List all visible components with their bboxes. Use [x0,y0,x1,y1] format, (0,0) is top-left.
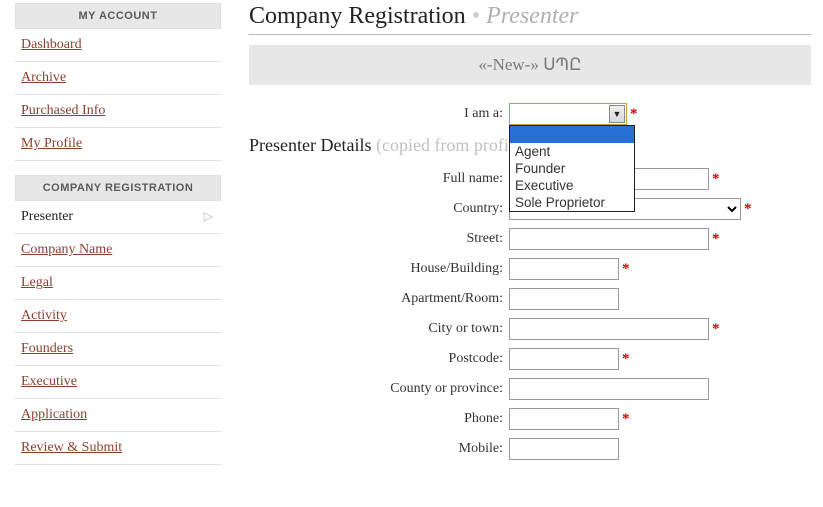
phone-label: Phone: [249,411,509,427]
city-or-town-input[interactable] [509,318,709,340]
i-am-option[interactable]: Sole Proprietor [510,194,634,211]
postcode-row: Postcode: * [249,348,811,370]
sidebar-item-executive[interactable]: Executive [15,366,221,399]
house-building-row: House/Building: * [249,258,811,280]
required-asterisk: * [712,321,720,338]
country-label: Country: [249,201,509,217]
title-divider [249,34,811,35]
i-am-option[interactable] [510,126,634,143]
section-title-text: Presenter Details [249,135,376,155]
chevron-right-icon: ▷ [204,209,213,224]
sidebar-item-review-submit[interactable]: Review & Submit [15,432,221,465]
street-label: Street: [249,231,509,247]
apartment-room-input[interactable] [509,288,619,310]
required-asterisk: * [744,201,752,218]
sidebar-item-presenter: Presenter▷ [15,201,221,234]
street-row: Street: * [249,228,811,250]
mobile-row: Mobile: [249,438,811,460]
county-or-province-row: County or province: [249,378,811,400]
city-or-town-label: City or town: [249,321,509,337]
house-building-input[interactable] [509,258,619,280]
page-title: Company Registration • Presenter [249,3,811,30]
my-account-header: MY ACCOUNT [15,3,221,29]
i-am-option[interactable]: Founder [510,160,634,177]
sidebar-item-company-name[interactable]: Company Name [15,234,221,267]
sidebar-item-my-profile[interactable]: My Profile [15,128,221,161]
sidebar-item-application[interactable]: Application [15,399,221,432]
company-registration-block: COMPANY REGISTRATION Presenter▷Company N… [15,175,221,465]
full-name-label: Full name: [249,171,509,187]
sidebar-item-archive[interactable]: Archive [15,62,221,95]
i-am-option[interactable]: Agent [510,143,634,160]
i-am-select[interactable]: ▼ AgentFounderExecutiveSole Proprietor [509,103,627,125]
sidebar-item-activity[interactable]: Activity [15,300,221,333]
city-or-town-row: City or town: * [249,318,811,340]
sidebar-item-dashboard[interactable]: Dashboard [15,29,221,62]
required-asterisk: * [712,171,720,188]
page-title-main: Company Registration [249,3,466,29]
street-input[interactable] [509,228,709,250]
postcode-input[interactable] [509,348,619,370]
main-content: Company Registration • Presenter «-New-»… [221,0,823,468]
my-account-block: MY ACCOUNT DashboardArchivePurchased Inf… [15,3,221,161]
required-asterisk: * [622,351,630,368]
required-asterisk: * [622,261,630,278]
apartment-room-row: Apartment/Room: [249,288,811,310]
phone-input[interactable] [509,408,619,430]
i-am-option[interactable]: Executive [510,177,634,194]
sidebar-item-purchased-info[interactable]: Purchased Info [15,95,221,128]
chevron-down-icon[interactable]: ▼ [609,105,625,123]
page-title-sub: Presenter [486,3,578,29]
mobile-input[interactable] [509,438,619,460]
phone-row: Phone: * [249,408,811,430]
page-title-separator: • [466,3,486,29]
i-am-options-list: AgentFounderExecutiveSole Proprietor [509,125,635,212]
i-am-label: I am a: [249,106,509,122]
section-title-hint: (copied from profile) [376,135,528,155]
required-asterisk: * [630,106,638,123]
mobile-label: Mobile: [249,441,509,457]
sidebar: MY ACCOUNT DashboardArchivePurchased Inf… [0,0,221,479]
required-asterisk: * [712,231,720,248]
required-asterisk: * [622,411,630,428]
postcode-label: Postcode: [249,351,509,367]
county-or-province-input[interactable] [509,378,709,400]
county-or-province-label: County or province: [249,381,509,397]
house-building-label: House/Building: [249,261,509,277]
sidebar-item-founders[interactable]: Founders [15,333,221,366]
apartment-room-label: Apartment/Room: [249,291,509,307]
company-name-banner: «-New-» ՍՊԸ [249,45,811,85]
sidebar-item-legal[interactable]: Legal [15,267,221,300]
i-am-row: I am a: ▼ AgentFounderExecutiveSole Prop… [249,103,811,125]
company-registration-header: COMPANY REGISTRATION [15,175,221,201]
